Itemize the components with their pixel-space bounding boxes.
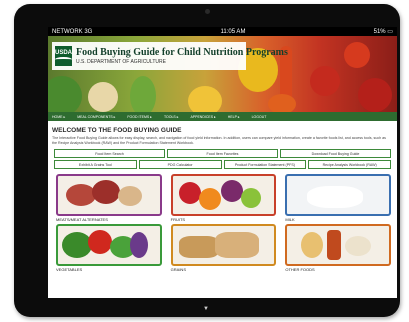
grains-image[interactable] [170,224,277,267]
nav-food-items[interactable]: FOOD ITEMS ▸ [127,115,152,119]
category-meats[interactable]: MEATS/MEAT ALTERNATES [56,174,162,223]
raw-button[interactable]: Recipe Analysis Workbook (RAW) [308,160,391,170]
category-grid: MEATS/MEAT ALTERNATES FRUITS MILK VEGETA… [56,174,391,273]
nav-meal-components[interactable]: MEAL COMPONENTS ▸ [77,115,115,119]
vegetable-decoration [188,86,222,112]
vegetable-decoration [88,82,118,112]
welcome-heading: WELCOME TO THE FOOD BUYING GUIDE [52,127,182,134]
fruits-image[interactable] [170,174,277,217]
category-label: FRUITS [170,217,186,223]
other-foods-image[interactable] [285,224,391,267]
nav-help[interactable]: HELP ▸ [228,115,240,119]
category-label: MEATS/MEAT ALTERNATES [56,217,108,223]
category-vegetables[interactable]: VEGETABLES [56,224,162,273]
clock: 11:05 AM [220,28,246,35]
battery-status: 51% ▭ [373,29,393,35]
network-status: NETWORK 3G [52,28,93,35]
tablet-frame: ▼ NETWORK 3G 11:05 AM 51% ▭ USDA Food Bu… [14,4,400,317]
usda-logo: USDA [55,46,73,66]
food-item-favorites-button[interactable]: Food Item Favorites [167,149,278,159]
nav-logout[interactable]: LOGOUT [252,115,267,119]
vegetable-decoration [344,42,370,68]
category-label: MILK [285,217,295,223]
food-item-search-button[interactable]: Food Item Search [54,149,165,159]
nav-tools[interactable]: TOOLS ▸ [164,115,179,119]
main-nav: HOME ▸ MEAL COMPONENTS ▸ FOOD ITEMS ▸ TO… [48,112,397,121]
category-milk[interactable]: MILK [285,174,391,223]
vegetable-decoration [268,94,296,112]
status-bar: NETWORK 3G 11:05 AM 51% ▭ [48,27,397,36]
milk-image[interactable] [285,174,391,217]
header-banner: USDA Food Buying Guide for Child Nutriti… [48,36,397,112]
vegetable-decoration [358,78,392,112]
tools-row-1: Food Item Search Food Item Favorites Dow… [54,149,391,159]
nav-home[interactable]: HOME ▸ [52,115,65,119]
category-fruits[interactable]: FRUITS [170,174,277,223]
exhibit-a-grains-button[interactable]: Exhibit A Grains Tool [54,160,137,170]
vegetable-decoration [310,66,340,96]
intro-text: The Interactive Food Buying Guide allows… [52,136,386,145]
page-title: Food Buying Guide for Child Nutrition Pr… [76,47,288,58]
meats-image[interactable] [56,174,162,217]
app-screen: NETWORK 3G 11:05 AM 51% ▭ USDA Food Buyi… [48,27,397,298]
agency-name: U.S. DEPARTMENT OF AGRICULTURE [76,59,166,65]
category-label: VEGETABLES [56,267,83,273]
category-label: GRAINS [170,267,186,273]
title-box: USDA Food Buying Guide for Child Nutriti… [52,42,288,70]
vegetable-decoration [130,76,156,112]
category-label: OTHER FOODS [285,267,315,273]
download-guide-button[interactable]: Download Food Buying Guide [280,149,391,159]
category-grains[interactable]: GRAINS [170,224,277,273]
vegetables-image[interactable] [56,224,162,267]
category-other-foods[interactable]: OTHER FOODS [285,224,391,273]
tools-row-2: Exhibit A Grains Tool PDG Calculator Pro… [54,160,391,170]
vegetable-decoration [48,76,82,112]
camera-icon [205,9,210,14]
home-indicator-icon[interactable]: ▼ [203,306,209,312]
nav-appendices[interactable]: APPENDICES ▸ [190,115,215,119]
pdg-calculator-button[interactable]: PDG Calculator [138,160,222,170]
pfs-button[interactable]: Product Formulation Statement (PFS) [223,160,307,170]
